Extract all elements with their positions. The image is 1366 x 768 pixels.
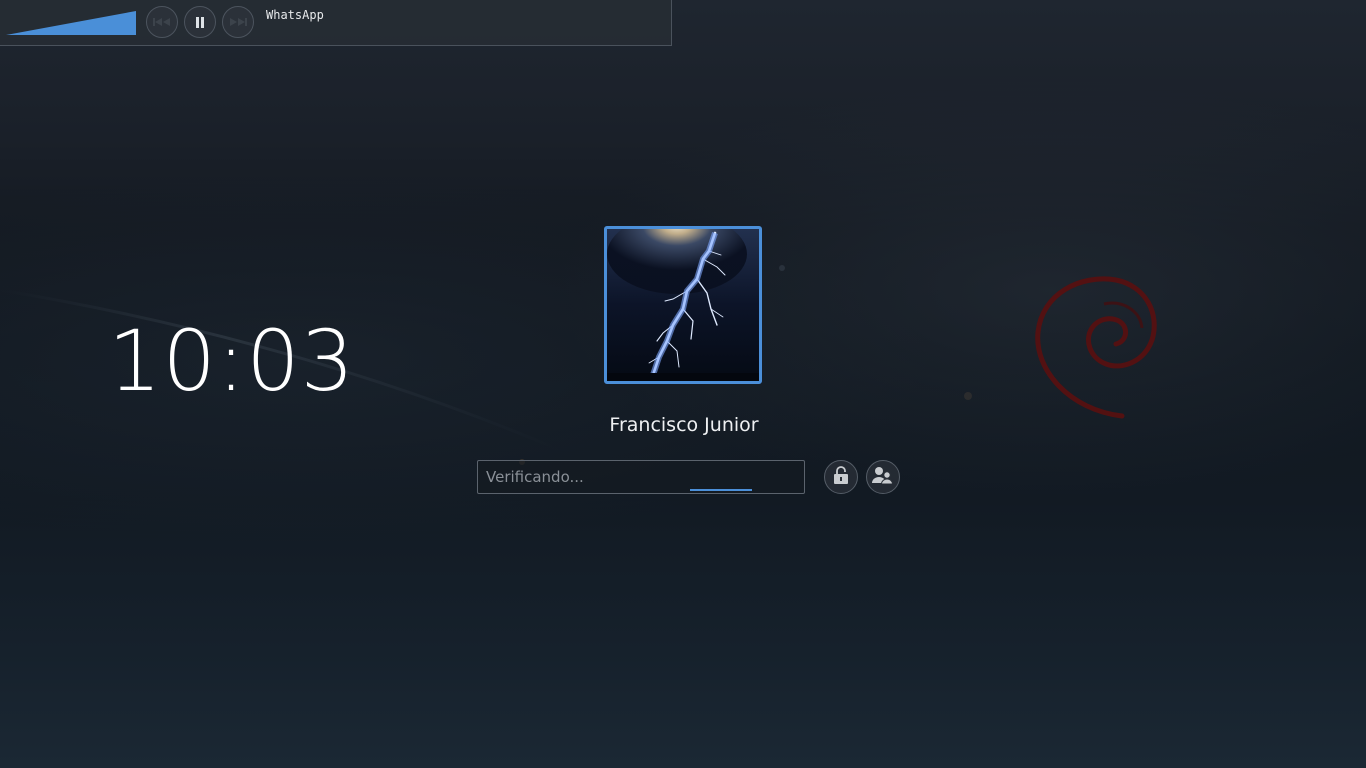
switch-user-button[interactable]: [866, 460, 900, 494]
user-name: Francisco Junior: [609, 414, 759, 436]
switch-user-icon: [872, 466, 894, 488]
next-track-icon: [228, 17, 248, 27]
unlock-button[interactable]: [824, 460, 858, 494]
media-title: WhatsApp: [266, 8, 324, 22]
next-button[interactable]: [222, 6, 254, 38]
volume-slider[interactable]: [6, 11, 136, 35]
previous-button[interactable]: [146, 6, 178, 38]
password-input[interactable]: [478, 461, 804, 493]
password-field[interactable]: [477, 460, 805, 494]
clock: 10:03: [108, 312, 356, 410]
pause-icon: [195, 16, 205, 28]
previous-track-icon: [152, 17, 172, 27]
debian-swirl-logo: [1035, 276, 1157, 419]
user-avatar: [604, 226, 762, 384]
unlock-icon: [833, 466, 849, 488]
busy-indicator: [690, 489, 752, 491]
pause-button[interactable]: [184, 6, 216, 38]
media-player-panel: WhatsApp: [0, 0, 672, 46]
